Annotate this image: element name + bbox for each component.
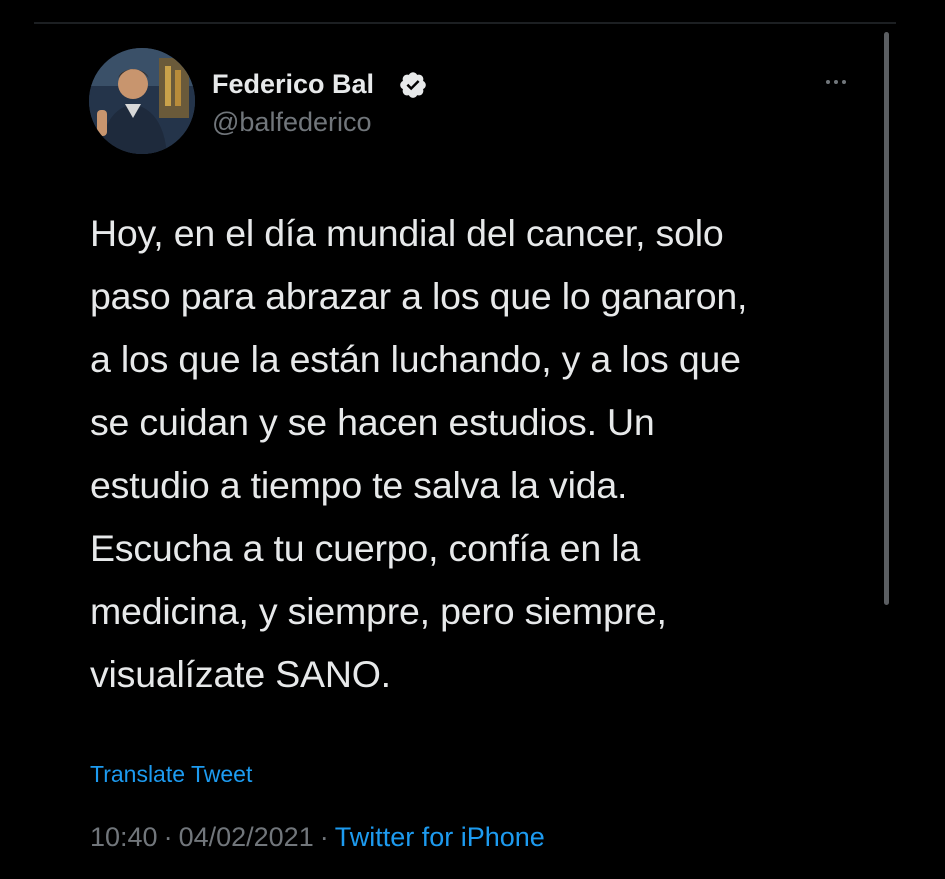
tweet-source-link[interactable]: Twitter for iPhone (335, 822, 545, 852)
meta-separator: · (163, 822, 173, 852)
more-dot (834, 80, 838, 84)
tweet-time[interactable]: 10:40 (90, 822, 158, 852)
avatar-photo (89, 48, 195, 154)
more-horizontal-icon[interactable] (818, 72, 854, 92)
scrollbar[interactable] (884, 32, 889, 605)
translate-tweet-link[interactable]: Translate Tweet (90, 759, 252, 789)
more-dot (826, 80, 830, 84)
verified-badge-icon (400, 72, 426, 98)
top-divider (34, 22, 896, 24)
tweet-date[interactable]: 04/02/2021 (179, 822, 314, 852)
avatar[interactable] (89, 48, 195, 154)
author-handle[interactable]: @balfederico (212, 106, 372, 138)
tweet-meta: 10:40 · 04/02/2021 · Twitter for iPhone (90, 820, 545, 854)
more-dot (842, 80, 846, 84)
author-name[interactable]: Federico Bal (212, 68, 374, 100)
meta-separator: · (319, 822, 329, 852)
tweet-text: Hoy, en el día mundial del cancer, solo … (90, 212, 748, 695)
